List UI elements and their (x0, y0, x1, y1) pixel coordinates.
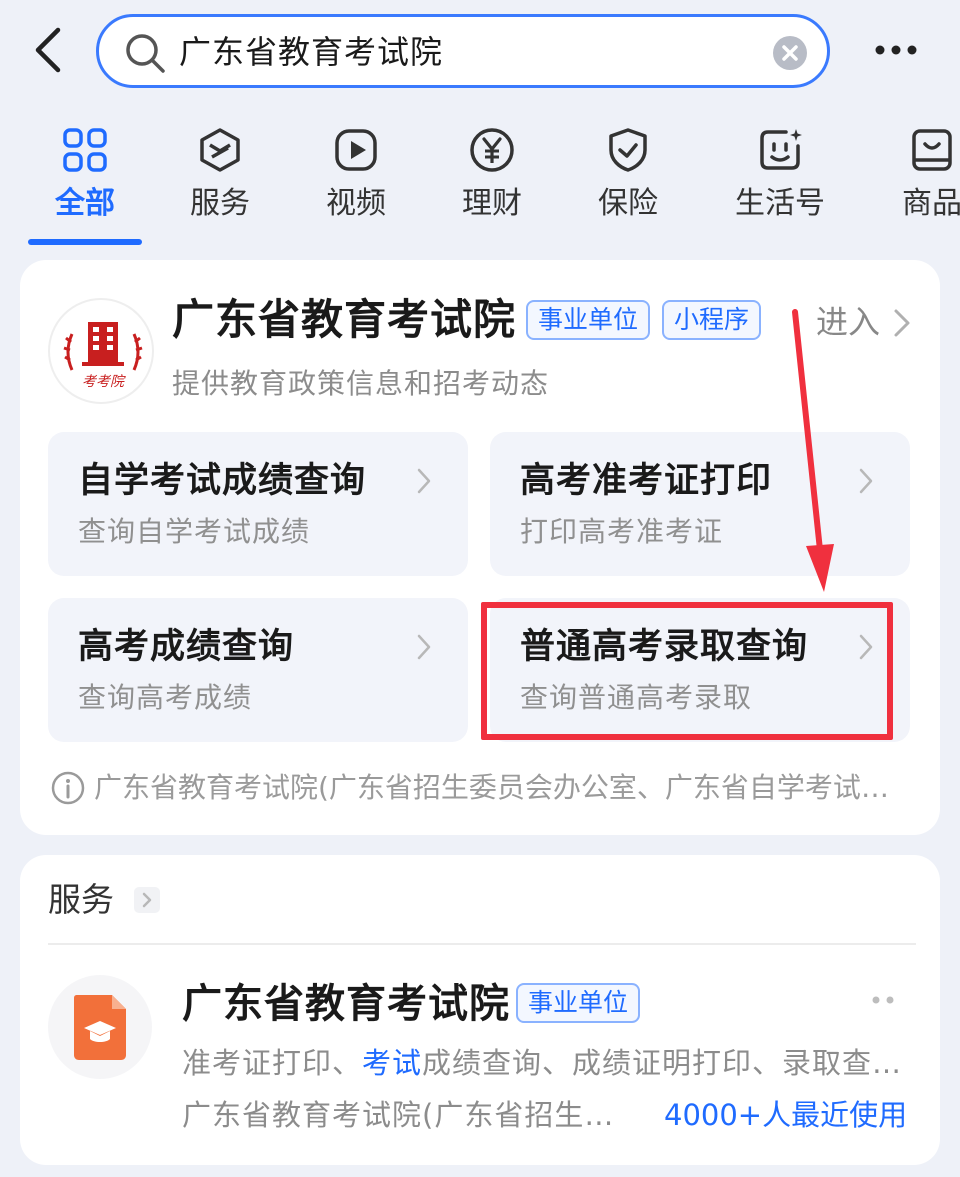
tab-all[interactable]: 全部 (25, 110, 145, 235)
chevron-right-icon (142, 892, 152, 908)
more-dots-icon[interactable] (868, 993, 898, 1007)
tab-life-account[interactable]: 生活号 (720, 110, 840, 235)
app-org-type-tag: 事业单位 (516, 983, 641, 1023)
chevron-right-icon (894, 309, 910, 337)
tab-label: 保险 (598, 186, 658, 221)
org-description: 提供教育政策信息和招考动态 (172, 367, 550, 400)
cube-icon (200, 128, 240, 172)
tab-label: 商品 (902, 186, 960, 221)
tab-video[interactable]: 视频 (296, 110, 416, 235)
search-input[interactable]: 广东省教育考试院 (96, 14, 830, 88)
org-full-name-info: 广东省教育考试院(广东省招生委员会办公室、广东省自学考试委员会办公室) (94, 771, 914, 804)
tab-label: 视频 (326, 186, 386, 221)
app-icon[interactable] (48, 975, 152, 1079)
service-subtitle: 查询自学考试成绩 (78, 515, 311, 548)
app-usage-count: 4000+人最近使用 (664, 1098, 908, 1132)
tab-label: 理财 (462, 186, 522, 221)
back-arrow-icon[interactable] (26, 22, 72, 78)
search-icon (126, 34, 165, 73)
section-divider (48, 943, 916, 945)
top-bar: 广东省教育考试院 (0, 0, 960, 105)
grid-icon (63, 128, 107, 172)
services-section-card: 服务 广东省教育考试院 事业单位 准考证打印、考试成绩查询、成绩证明打印、录取查… (20, 855, 940, 1165)
life-account-icon (760, 129, 802, 170)
section-title[interactable]: 服务 (48, 879, 114, 921)
section-more-button[interactable] (134, 887, 160, 913)
app-title[interactable]: 广东省教育考试院 (182, 979, 510, 1029)
info-icon (51, 771, 85, 805)
org-type-tag: 事业单位 (526, 300, 651, 340)
clear-search-button[interactable] (773, 36, 807, 70)
active-tab-indicator (28, 239, 142, 245)
more-options-icon[interactable] (870, 30, 922, 70)
tab-products[interactable]: 商品 (872, 110, 960, 235)
app-org-name: 广东省教育考试院(广东省招生委员会办公室) (182, 1098, 642, 1132)
yen-icon (470, 128, 514, 172)
tab-label: 全部 (55, 186, 115, 221)
tab-label: 生活号 (735, 186, 825, 221)
org-logo[interactable]: 考考院 (48, 298, 154, 404)
document-graduation-icon (74, 995, 126, 1060)
chevron-right-icon (859, 468, 873, 494)
category-tabs: 全部 服务 视频 理财 保险 生活号 商品 (0, 110, 960, 250)
tab-label: 服务 (190, 186, 250, 221)
service-title: 高考成绩查询 (78, 627, 295, 667)
annotation-arrow-icon (792, 309, 834, 592)
shopping-bag-icon (912, 129, 952, 171)
org-logo-icon: 考考院 (63, 322, 143, 390)
tab-finance[interactable]: 理财 (432, 110, 552, 235)
annotation-highlight-box (481, 602, 893, 740)
tab-insurance[interactable]: 保险 (568, 110, 688, 235)
search-query-text: 广东省教育考试院 (179, 33, 444, 71)
shield-icon (609, 128, 647, 172)
play-icon (335, 129, 377, 171)
service-title: 高考准考证打印 (520, 461, 773, 501)
app-description: 准考证打印、考试成绩查询、成绩证明打印、录取查询 (182, 1046, 902, 1080)
chevron-right-icon (417, 468, 431, 494)
close-icon (782, 45, 798, 61)
service-subtitle: 查询高考成绩 (78, 681, 253, 714)
org-title[interactable]: 广东省教育考试院 (172, 294, 516, 346)
chevron-right-icon (417, 634, 431, 660)
tab-services[interactable]: 服务 (160, 110, 280, 235)
service-tile-gaokao-score[interactable]: 高考成绩查询 查询高考成绩 (48, 598, 468, 742)
service-subtitle: 打印高考准考证 (520, 515, 724, 548)
mini-program-tag: 小程序 (662, 300, 762, 340)
service-title: 自学考试成绩查询 (78, 461, 367, 501)
svg-text:考考院: 考考院 (82, 374, 126, 390)
service-tile-self-exam-score[interactable]: 自学考试成绩查询 查询自学考试成绩 (48, 432, 468, 576)
